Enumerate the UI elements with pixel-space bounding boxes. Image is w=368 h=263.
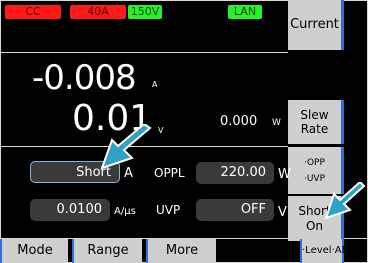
oppl-label: OPPL: [154, 166, 185, 180]
measured-power: 0.000: [220, 114, 258, 129]
status-voltage-range-badge: 150V: [128, 5, 162, 19]
slew-rate-line1: Slew: [300, 108, 329, 122]
oppl-unit: W: [278, 167, 291, 182]
uvp-label: UVP: [156, 203, 181, 217]
status-lan-badge: LAN: [228, 5, 262, 19]
power-unit: W: [272, 118, 281, 128]
divider: [0, 52, 288, 53]
arrow-to-short-on-icon: [324, 182, 366, 220]
oppl-field[interactable]: 220.00: [196, 162, 274, 184]
level-abc-button[interactable]: ·Level·ABC: [300, 239, 355, 263]
uvp-unit: V: [278, 205, 287, 220]
mode-button[interactable]: Mode: [0, 239, 68, 263]
slew-rate-field[interactable]: 0.0100: [30, 199, 110, 221]
status-mode-badge: CC: [5, 5, 61, 19]
range-button[interactable]: Range: [72, 239, 142, 263]
current-softkey[interactable]: Current: [288, 0, 344, 50]
slew-rate-line2: Rate: [300, 122, 329, 136]
measured-current: -0.008: [32, 58, 137, 98]
uvp-field[interactable]: OFF: [196, 199, 274, 221]
more-button[interactable]: More: [146, 239, 216, 263]
arrow-to-setpoint-icon: [100, 124, 152, 170]
voltage-unit: V: [158, 126, 164, 135]
slew-rate-softkey[interactable]: Slew Rate: [288, 100, 344, 144]
opp-label: ·OPP: [304, 157, 325, 168]
current-unit: A: [152, 80, 158, 89]
status-current-range-badge: 40A: [70, 5, 126, 19]
slew-rate-unit: A/µs: [114, 206, 136, 217]
